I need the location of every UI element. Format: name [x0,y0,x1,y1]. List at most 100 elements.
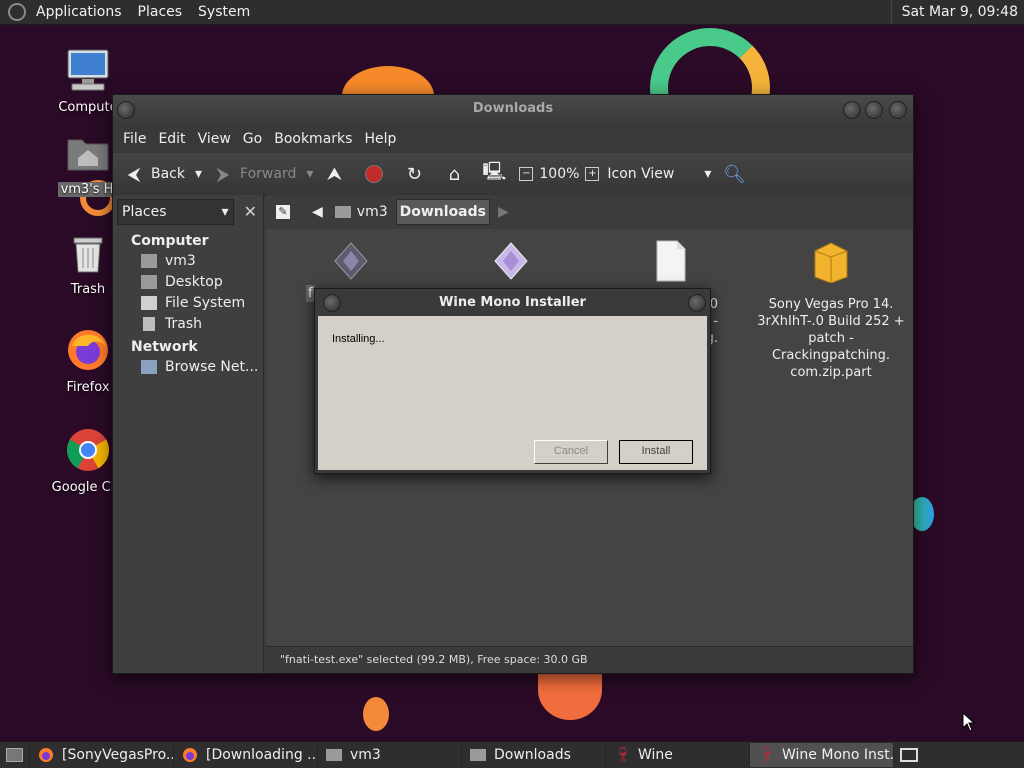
gnome-foot-icon[interactable] [8,3,26,21]
firefox-icon [68,330,108,370]
path-segment-downloads[interactable]: Downloads [395,199,490,225]
menu-go[interactable]: Go [237,131,268,147]
forward-history-dropdown[interactable]: ▾ [302,159,317,189]
toolbar: ⮜ Back ▾ ⮞ Forward ▾ ⮝ ↻ ⌂ 🖳 − 100% + Ic… [113,153,913,196]
taskbar-item[interactable]: Downloads [462,743,606,767]
back-label: Back [151,166,185,182]
network-icon [141,360,157,374]
edit-location-button[interactable]: ✎ [272,200,294,224]
path-scroll-right[interactable]: ▶ [494,200,513,224]
triangle-down-icon: ▾ [195,166,203,182]
stop-button[interactable] [357,159,397,189]
pencil-icon: ✎ [276,205,290,219]
install-button[interactable]: Install [619,440,693,464]
taskbar-item-label: [SonyVegasPro... [62,747,174,763]
minimize-button[interactable] [843,101,861,119]
zoom-out-icon: − [519,167,534,181]
back-button[interactable]: ⮜ Back [117,159,191,189]
path-scroll-left[interactable]: ◀ [308,200,327,224]
sidebar-item-trash[interactable]: Trash [113,314,263,335]
path-segment-vm3[interactable]: vm3 [331,200,392,224]
mouse-cursor-icon [962,712,976,732]
desktop-folder-icon [141,275,157,289]
dialog-title: Wine Mono Installer [439,295,586,310]
taskbar-item[interactable]: vm3 [318,743,462,767]
home-button[interactable]: ⌂ [437,159,477,189]
taskbar-item[interactable]: [SonyVegasPro... [30,743,174,767]
chrome-icon [66,429,110,471]
sidebar-item-desktop[interactable]: Desktop [113,272,263,293]
menu-edit[interactable]: Edit [152,131,191,147]
sidebar-header: Places ▾ ✕ [113,195,263,229]
folder-icon [470,749,486,761]
stop-icon [363,163,385,185]
home-icon: ⌂ [448,163,461,185]
taskbar-item[interactable]: 🍷︎ Wine [606,743,750,767]
sidebar-item-vm3[interactable]: vm3 [113,251,263,272]
file-label: Sony Vegas Pro 14. 3rXhIhT-.0 Build 252 … [757,297,905,380]
sidebar-item-browse-network[interactable]: Browse Net... [113,357,263,378]
taskbar: [SonyVegasPro... [Downloading ... vm3 Do… [0,741,1024,768]
sidebar-item-label: vm3 [165,253,196,269]
view-mode-select[interactable]: Icon View ▾ [601,159,717,189]
home-folder-icon [141,254,157,268]
clock[interactable]: Sat Mar 9, 09:48 [890,0,1024,24]
up-arrow-icon: ⮝ [326,163,343,185]
dialog-titlebar[interactable]: Wine Mono Installer [315,289,710,316]
taskbar-item-label: Wine Mono Inst... [782,747,894,763]
close-button[interactable] [889,101,907,119]
dialog-body: Installing... Cancel Install [318,316,707,470]
file-item[interactable]: Sony Vegas Pro 14. 3rXhIhT-.0 Build 252 … [756,239,906,381]
workspace-icon [900,748,918,762]
computer-icon [67,49,109,91]
zoom-in-button[interactable]: + [583,159,601,189]
maximize-button[interactable] [865,101,883,119]
taskbar-item[interactable]: 🍷︎ Wine Mono Inst... [750,743,894,767]
forward-button[interactable]: ⮞ Forward [206,159,302,189]
cancel-button[interactable]: Cancel [534,440,608,464]
triangle-down-icon: ▾ [221,204,229,220]
menu-bookmarks[interactable]: Bookmarks [268,131,358,147]
zoom-out-button[interactable]: − [517,159,535,189]
window-menu-button[interactable] [323,294,341,312]
reload-icon: ↻ [406,163,422,185]
install-status-text: Installing... [332,333,385,345]
applications-menu[interactable]: Applications [28,4,130,20]
blank-file-icon [656,240,686,282]
chevron-right-icon: ▶ [497,204,509,220]
sidebar-item-label: File System [165,295,246,311]
triangle-down-icon: ▾ [306,166,314,182]
menubar: File Edit View Go Bookmarks Help [113,125,913,153]
sidebar-section-network: Network [131,339,198,355]
taskbar-item-label: Wine [638,747,673,763]
reload-button[interactable]: ↻ [397,159,437,189]
sidebar-item-filesystem[interactable]: File System [113,293,263,314]
back-history-dropdown[interactable]: ▾ [191,159,206,189]
places-menu[interactable]: Places [130,4,191,20]
menu-view[interactable]: View [192,131,237,147]
menu-help[interactable]: Help [358,131,402,147]
close-button[interactable] [688,294,706,312]
firefox-icon [183,748,197,762]
window-menu-button[interactable] [117,101,135,119]
zoom-level: 100% [539,166,580,182]
menu-file[interactable]: File [117,131,152,147]
back-arrow-icon: ⮜ [127,163,141,185]
sidebar-item-label: Browse Net... [165,359,259,375]
up-button[interactable]: ⮝ [317,159,357,189]
computer-button[interactable]: 🖳 [477,159,517,189]
show-desktop-button[interactable] [0,743,30,767]
close-sidebar-icon[interactable]: ✕ [242,201,259,223]
workspace-switcher[interactable] [894,743,924,767]
drive-icon [141,296,157,310]
exe-file-icon [494,242,528,280]
sidebar-mode-select[interactable]: Places ▾ [117,199,234,225]
wine-icon: 🍷︎ [758,747,776,763]
home-folder-icon [334,206,351,218]
search-button[interactable]: 🔍︎ [717,159,757,189]
firefox-icon [39,748,53,762]
taskbar-item[interactable]: [Downloading ... [174,743,318,767]
wine-mono-dialog: Wine Mono Installer Installing... Cancel… [314,288,711,474]
system-menu[interactable]: System [190,4,258,20]
window-titlebar[interactable]: Downloads [113,95,913,125]
